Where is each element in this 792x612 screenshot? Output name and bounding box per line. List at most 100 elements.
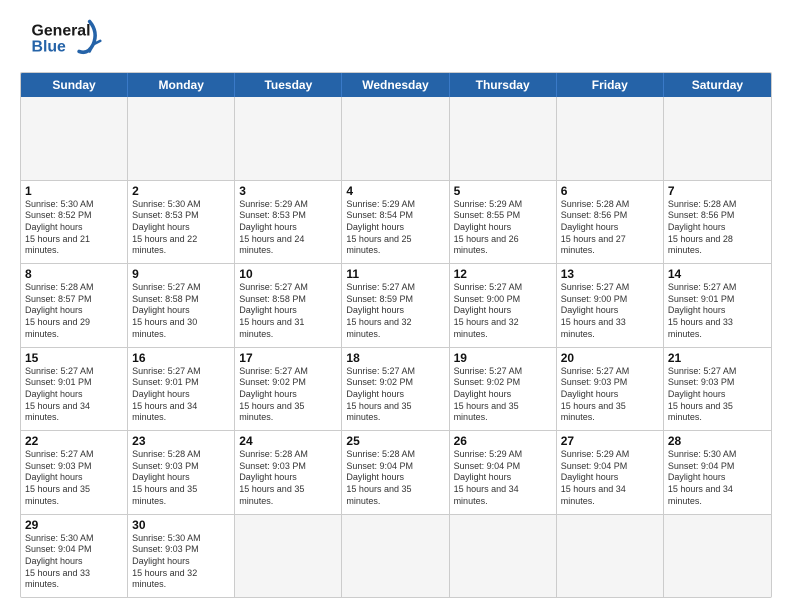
day-number: 8 bbox=[25, 267, 123, 281]
calendar-cell: 17Sunrise: 5:27 AMSunset: 9:02 PMDayligh… bbox=[235, 348, 342, 431]
day-info: Sunrise: 5:29 AMSunset: 9:04 PMDaylight … bbox=[454, 449, 552, 507]
calendar-cell bbox=[557, 515, 664, 598]
day-info: Sunrise: 5:29 AMSunset: 9:04 PMDaylight … bbox=[561, 449, 659, 507]
calendar-cell bbox=[664, 97, 771, 180]
day-number: 25 bbox=[346, 434, 444, 448]
calendar-row-5: 29Sunrise: 5:30 AMSunset: 9:04 PMDayligh… bbox=[21, 515, 771, 598]
calendar-cell: 4Sunrise: 5:29 AMSunset: 8:54 PMDaylight… bbox=[342, 181, 449, 264]
header-day-wednesday: Wednesday bbox=[342, 73, 449, 97]
calendar-cell: 1Sunrise: 5:30 AMSunset: 8:52 PMDaylight… bbox=[21, 181, 128, 264]
calendar-cell: 28Sunrise: 5:30 AMSunset: 9:04 PMDayligh… bbox=[664, 431, 771, 514]
header-day-monday: Monday bbox=[128, 73, 235, 97]
day-number: 18 bbox=[346, 351, 444, 365]
day-number: 14 bbox=[668, 267, 767, 281]
day-number: 4 bbox=[346, 184, 444, 198]
day-number: 17 bbox=[239, 351, 337, 365]
day-number: 15 bbox=[25, 351, 123, 365]
calendar-header: SundayMondayTuesdayWednesdayThursdayFrid… bbox=[21, 73, 771, 97]
day-info: Sunrise: 5:30 AMSunset: 9:04 PMDaylight … bbox=[668, 449, 767, 507]
calendar-cell: 20Sunrise: 5:27 AMSunset: 9:03 PMDayligh… bbox=[557, 348, 664, 431]
calendar-cell: 26Sunrise: 5:29 AMSunset: 9:04 PMDayligh… bbox=[450, 431, 557, 514]
day-number: 2 bbox=[132, 184, 230, 198]
calendar-body: 1Sunrise: 5:30 AMSunset: 8:52 PMDaylight… bbox=[21, 97, 771, 597]
calendar-cell: 6Sunrise: 5:28 AMSunset: 8:56 PMDaylight… bbox=[557, 181, 664, 264]
calendar-cell: 15Sunrise: 5:27 AMSunset: 9:01 PMDayligh… bbox=[21, 348, 128, 431]
calendar-row-3: 15 Sunrise: 5:27 AMSunset: 9:01 PMDayligh… bbox=[21, 348, 771, 432]
day-info: Sunrise: 5:29 AMSunset: 8:55 PMDaylight … bbox=[454, 199, 552, 257]
header: General Blue bbox=[20, 18, 772, 62]
day-number: 30 bbox=[132, 518, 230, 532]
day-info: Sunrise: 5:27 AMSunset: 9:02 PMDaylight … bbox=[346, 366, 444, 424]
day-number: 11 bbox=[346, 267, 444, 281]
calendar-cell: 14Sunrise: 5:27 AMSunset: 9:01 PMDayligh… bbox=[664, 264, 771, 347]
calendar-cell bbox=[557, 97, 664, 180]
day-number: 6 bbox=[561, 184, 659, 198]
day-number: 7 bbox=[668, 184, 767, 198]
day-number: 16 bbox=[132, 351, 230, 365]
header-day-tuesday: Tuesday bbox=[235, 73, 342, 97]
day-info: Sunrise: 5:27 AMSunset: 9:01 PMDaylight … bbox=[132, 366, 230, 424]
day-info: Sunrise: 5:27 AMSunset: 8:58 PMDaylight … bbox=[132, 282, 230, 340]
calendar-cell: 12Sunrise: 5:27 AMSunset: 9:00 PMDayligh… bbox=[450, 264, 557, 347]
calendar-cell: 11Sunrise: 5:27 AMSunset: 8:59 PMDayligh… bbox=[342, 264, 449, 347]
day-info: Sunrise: 5:29 AMSunset: 8:54 PMDaylight … bbox=[346, 199, 444, 257]
svg-text:General: General bbox=[32, 23, 91, 40]
day-info: Sunrise: 5:27 AMSunset: 9:03 PMDaylight … bbox=[668, 366, 767, 424]
day-number: 10 bbox=[239, 267, 337, 281]
calendar-row-2: 8Sunrise: 5:28 AMSunset: 8:57 PMDaylight… bbox=[21, 264, 771, 348]
day-number: 20 bbox=[561, 351, 659, 365]
calendar-cell: 22Sunrise: 5:27 AMSunset: 9:03 PMDayligh… bbox=[21, 431, 128, 514]
calendar-cell: 27Sunrise: 5:29 AMSunset: 9:04 PMDayligh… bbox=[557, 431, 664, 514]
header-day-saturday: Saturday bbox=[664, 73, 771, 97]
day-info: Sunrise: 5:28 AMSunset: 9:03 PMDaylight … bbox=[132, 449, 230, 507]
day-info: Sunrise: 5:28 AMSunset: 8:57 PMDaylight … bbox=[25, 282, 123, 340]
calendar-cell bbox=[450, 515, 557, 598]
calendar-cell: 19Sunrise: 5:27 AMSunset: 9:02 PMDayligh… bbox=[450, 348, 557, 431]
header-day-friday: Friday bbox=[557, 73, 664, 97]
day-number: 29 bbox=[25, 518, 123, 532]
day-info: Sunrise: 5:28 AMSunset: 9:04 PMDaylight … bbox=[346, 449, 444, 507]
calendar-row-4: 22Sunrise: 5:27 AMSunset: 9:03 PMDayligh… bbox=[21, 431, 771, 515]
calendar-cell bbox=[128, 97, 235, 180]
calendar-cell bbox=[235, 515, 342, 598]
day-info: Sunrise: 5:27 AMSunset: 9:03 PMDaylight … bbox=[25, 449, 123, 507]
day-info: Sunrise: 5:27 AMSunset: 9:03 PMDaylight … bbox=[561, 366, 659, 424]
day-info: Sunrise: 5:29 AMSunset: 8:53 PMDaylight … bbox=[239, 199, 337, 257]
calendar-cell: 16Sunrise: 5:27 AMSunset: 9:01 PMDayligh… bbox=[128, 348, 235, 431]
day-info: Sunrise: 5:27 AMSunset: 8:58 PMDaylight … bbox=[239, 282, 337, 340]
page: General Blue SundayMondayTuesdayWednesda… bbox=[0, 0, 792, 612]
calendar-cell: 24Sunrise: 5:28 AMSunset: 9:03 PMDayligh… bbox=[235, 431, 342, 514]
calendar-cell: 7Sunrise: 5:28 AMSunset: 8:56 PMDaylight… bbox=[664, 181, 771, 264]
day-number: 12 bbox=[454, 267, 552, 281]
calendar: SundayMondayTuesdayWednesdayThursdayFrid… bbox=[20, 72, 772, 598]
calendar-cell bbox=[342, 515, 449, 598]
calendar-cell: 5Sunrise: 5:29 AMSunset: 8:55 PMDaylight… bbox=[450, 181, 557, 264]
day-info: Sunrise: 5:27 AMSunset: 8:59 PMDaylight … bbox=[346, 282, 444, 340]
day-info: Sunrise: 5:27 AMSunset: 9:00 PMDaylight … bbox=[454, 282, 552, 340]
calendar-cell bbox=[21, 97, 128, 180]
calendar-cell bbox=[235, 97, 342, 180]
day-number: 1 bbox=[25, 184, 123, 198]
calendar-cell: 23Sunrise: 5:28 AMSunset: 9:03 PMDayligh… bbox=[128, 431, 235, 514]
calendar-cell: 30Sunrise: 5:30 AMSunset: 9:03 PMDayligh… bbox=[128, 515, 235, 598]
calendar-row-1: 1Sunrise: 5:30 AMSunset: 8:52 PMDaylight… bbox=[21, 181, 771, 265]
day-number: 5 bbox=[454, 184, 552, 198]
calendar-cell: 18Sunrise: 5:27 AMSunset: 9:02 PMDayligh… bbox=[342, 348, 449, 431]
day-info: Sunrise: 5:28 AMSunset: 9:03 PMDaylight … bbox=[239, 449, 337, 507]
day-info: Sunrise: 5:27 AMSunset: 9:00 PMDaylight … bbox=[561, 282, 659, 340]
day-info: Sunrise: 5:30 AMSunset: 9:04 PMDaylight … bbox=[25, 533, 123, 591]
day-number: 9 bbox=[132, 267, 230, 281]
day-number: 3 bbox=[239, 184, 337, 198]
header-day-sunday: Sunday bbox=[21, 73, 128, 97]
day-number: 24 bbox=[239, 434, 337, 448]
calendar-cell: 13Sunrise: 5:27 AMSunset: 9:00 PMDayligh… bbox=[557, 264, 664, 347]
day-info: Sunrise: 5:28 AMSunset: 8:56 PMDaylight … bbox=[561, 199, 659, 257]
day-number: 19 bbox=[454, 351, 552, 365]
calendar-cell bbox=[664, 515, 771, 598]
header-day-thursday: Thursday bbox=[450, 73, 557, 97]
calendar-cell: 10Sunrise: 5:27 AMSunset: 8:58 PMDayligh… bbox=[235, 264, 342, 347]
logo: General Blue bbox=[20, 18, 110, 62]
day-info: Sunrise: 5:30 AMSunset: 8:52 PMDaylight … bbox=[25, 199, 123, 257]
calendar-cell bbox=[342, 97, 449, 180]
day-info: Sunrise: 5:30 AMSunset: 8:53 PMDaylight … bbox=[132, 199, 230, 257]
